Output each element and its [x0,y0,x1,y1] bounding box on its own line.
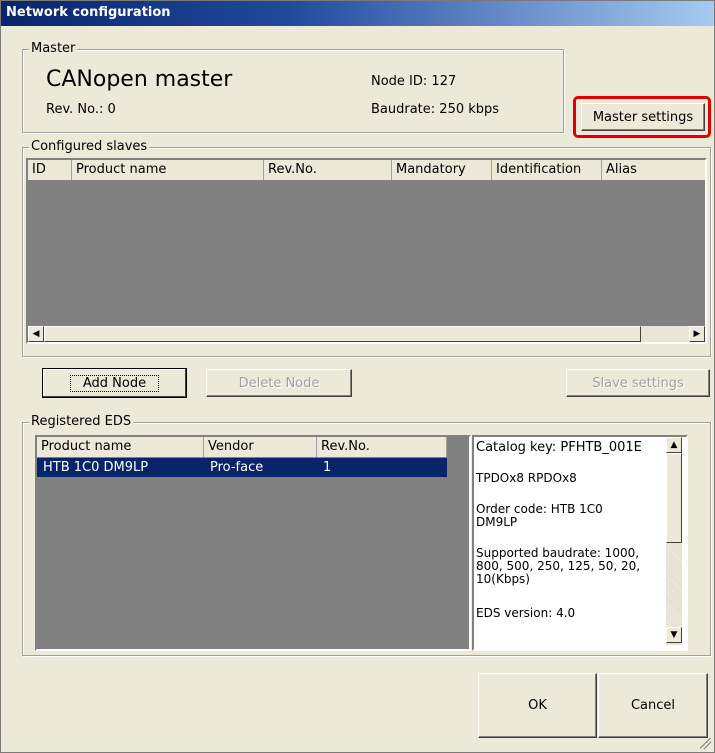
eds-order-code: Order code: HTB 1C0 DM9LP [476,502,603,529]
master-rev-no: Rev. No.: 0 [46,102,116,117]
eds-catalog-key: Catalog key: PFHTB_001E [476,440,642,455]
eds-row-product: HTB 1C0 DM9LP [43,460,149,475]
eds-list[interactable]: Product name Vendor Rev.No. HTB 1C0 DM9L… [35,435,471,651]
registered-eds-label: Registered EDS [29,414,134,429]
cancel-button[interactable]: Cancel [598,673,708,738]
master-group-label: Master [29,41,78,56]
column-header-identification[interactable]: Identification [492,160,602,180]
vertical-scroll-thumb[interactable] [666,453,682,543]
column-header-vendor[interactable]: Vendor [204,437,317,457]
master-settings-button[interactable]: Master settings [581,103,705,131]
delete-node-button[interactable]: Delete Node [206,369,352,397]
scroll-left-button[interactable]: ◀ [28,326,44,342]
ok-button-label: OK [528,698,547,713]
add-node-button-label: Add Node [69,374,160,392]
column-header-rev-no[interactable]: Rev.No. [264,160,392,180]
slave-settings-button[interactable]: Slave settings [566,369,710,397]
scroll-right-icon: ▶ [693,329,701,339]
master-settings-button-label: Master settings [592,109,694,125]
master-name: CANopen master [46,67,233,92]
master-group: Master CANopen master Rev. No.: 0 Node I… [22,41,564,133]
window-title: Network configuration [6,5,171,20]
column-header-mandatory[interactable]: Mandatory [392,160,492,180]
scroll-right-button[interactable]: ▶ [689,326,705,342]
configured-slaves-list[interactable]: ID Product name Rev.No. Mandatory Identi… [26,158,707,344]
configured-slaves-group: Configured slaves ID Product name Rev.No… [22,139,711,357]
network-configuration-window: Network configuration Master CANopen mas… [0,0,715,753]
configured-slaves-label: Configured slaves [29,139,150,154]
column-header-id[interactable]: ID [28,160,72,180]
scroll-down-icon: ▼ [670,630,678,640]
eds-supported-baudrate: Supported baudrate: 1000, 800, 500, 250,… [476,546,641,586]
delete-node-button-label: Delete Node [238,375,320,391]
master-baudrate: Baudrate: 250 kbps [371,102,500,117]
add-node-button[interactable]: Add Node [42,368,187,398]
eds-version: EDS version: 4.0 [476,606,576,620]
ok-button[interactable]: OK [478,673,597,738]
scroll-up-icon: ▲ [670,440,678,450]
eds-row[interactable]: HTB 1C0 DM9LP Pro-face 1 [37,458,447,477]
column-header-product-name[interactable]: Product name [37,437,204,457]
cancel-button-label: Cancel [630,698,676,713]
slave-settings-button-label: Slave settings [592,375,684,391]
column-header-product-name[interactable]: Product name [72,160,264,180]
horizontal-scroll-thumb[interactable] [44,326,641,342]
eds-details-vertical-scrollbar[interactable]: ▲ ▼ [666,437,682,645]
title-bar[interactable]: Network configuration [1,1,714,26]
master-node-id: Node ID: 127 [371,74,457,89]
slaves-horizontal-scrollbar[interactable]: ◀ ▶ [28,326,705,342]
eds-pdo: TPDOx8 RPDOx8 [476,471,577,485]
scroll-left-icon: ◀ [32,329,40,339]
eds-row-vendor: Pro-face [210,460,264,475]
column-header-alias[interactable]: Alias [602,160,705,180]
slaves-list-header: ID Product name Rev.No. Mandatory Identi… [28,160,705,181]
registered-eds-group: Registered EDS Product name Vendor Rev.N… [22,414,711,656]
scroll-down-button[interactable]: ▼ [666,627,682,643]
scroll-up-button[interactable]: ▲ [666,437,682,453]
eds-row-rev: 1 [323,460,332,475]
column-header-rev-no[interactable]: Rev.No. [317,437,447,457]
eds-details-panel[interactable]: Catalog key: PFHTB_001E TPDOx8 RPDOx8 Or… [472,435,688,651]
eds-list-header: Product name Vendor Rev.No. [37,437,447,458]
resize-grip-icon[interactable] [700,738,711,749]
